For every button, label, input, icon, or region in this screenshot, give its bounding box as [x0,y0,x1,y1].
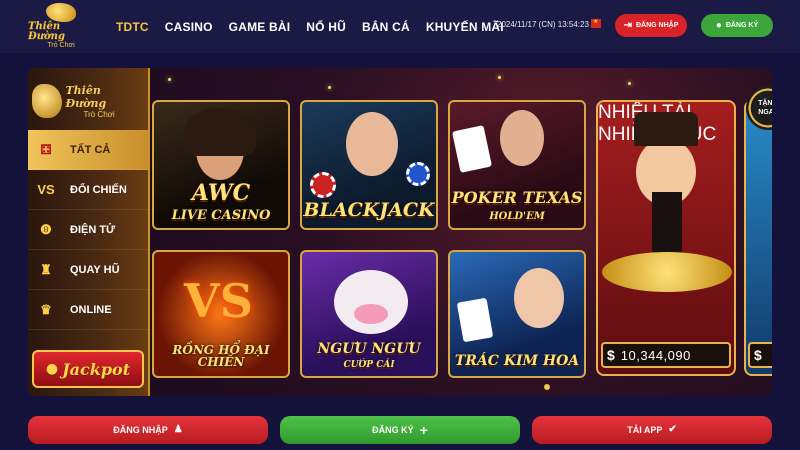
header-login-label: ĐĂNG NHẬP [636,22,679,29]
dealer-hair [184,108,256,156]
download-app-button[interactable]: TẢI APP ✔ [532,416,772,444]
bull-snout [354,304,388,324]
sidebar-item-label: ĐIỆN TỬ [70,223,116,236]
featured-game-nhieu-tai[interactable]: NHIỀU TÀI NHIỀU PHÚC $ 10,344,090 [596,100,736,376]
game-card-trac-kim-hoa[interactable]: TRÁC KIM HOA [448,250,586,378]
game-title: POKER TEXAS [451,188,583,207]
game-title: NGƯU NGƯU [317,341,421,357]
game-title: BLACKJACK [303,199,435,221]
sidebar-logo: Thiên Đường Trò Chơi [32,76,144,126]
game-lobby-banner: Thiên Đường Trò Chơi ⚃ TẤT CẢ VS ĐỐI CHI… [28,68,772,396]
sidebar-logo-subtitle: Trò Chơi [83,109,115,119]
main-nav: TDTC CASINO GAME BÀI NỔ HŨ BẮN CÁ KHUYẾN… [116,0,520,53]
money-bag-icon: ● [45,361,59,377]
header-login-button[interactable]: ⇥ ĐĂNG NHẬP [615,14,687,37]
playing-card-icon [451,125,493,173]
jackpot-amount-bar: $ 10,344,090 [601,342,731,368]
nav-game-bai[interactable]: GAME BÀI [229,20,291,34]
nav-khuyen-mai[interactable]: KHUYẾN MÃI [426,20,504,34]
sparkle-decoration [168,78,171,81]
sidebar-item-online[interactable]: ♛ ONLINE [28,290,148,330]
bottom-login-button[interactable]: ĐĂNG NHẬP ♟ [28,416,268,444]
slot-icon: ❽ [40,221,52,237]
game-card-poker-texas[interactable]: POKER TEXAS HOLD'EM [448,100,586,230]
game-card-awc[interactable]: AWC LIVE CASINO [152,100,290,230]
dealer-portrait [346,112,398,176]
sidebar-item-dien-tu[interactable]: ❽ ĐIỆN TỬ [28,210,148,250]
chip-icon [310,172,336,198]
sidebar-item-label: ONLINE [70,303,112,316]
user-icon: ♟ [173,424,183,435]
gift-line1: TẶNG [758,100,772,107]
nav-tdtc[interactable]: TDTC [116,20,149,34]
nav-ban-ca[interactable]: BẮN CÁ [362,20,410,34]
currency-symbol: $ [748,342,772,368]
bottom-register-label: ĐĂNG KÝ [372,425,414,435]
horse-logo-icon [46,3,76,22]
plus-icon: + [419,422,428,438]
bottom-login-label: ĐĂNG NHẬP [113,425,168,435]
jackpot-button[interactable]: ● Jackpot [32,350,144,388]
trophy-icon: ♛ [40,301,52,317]
logo-subtitle: Trò Chơi [47,42,75,49]
datetime-display: 2024/11/17 (CN) 13:54:23 [497,20,589,29]
gift-line2: NGAY [758,109,772,116]
site-logo[interactable]: Thiên Đường Trò Chơi [28,3,94,50]
sidebar-item-tat-ca[interactable]: ⚃ TẤT CẢ [28,130,148,170]
category-sidebar: Thiên Đường Trò Chơi ⚃ TẤT CẢ VS ĐỐI CHI… [28,68,150,396]
game-title: TRÁC KIM HOA [454,353,580,369]
nav-casino[interactable]: CASINO [165,20,213,34]
game-subtitle: CƯỚP CÁI [343,360,395,370]
header-register-button[interactable]: ● ĐĂNG KÝ [701,14,773,37]
sparkle-decoration [328,86,331,89]
game-card-rong-ho[interactable]: VS RỒNG HỔ ĐẠI CHIẾN [152,250,290,378]
gold-ingots-decoration [602,252,732,292]
sparkle-decoration [628,82,631,85]
download-app-label: TẢI APP [627,425,663,435]
jackpot-label: Jackpot [62,359,131,379]
game-subtitle: LIVE CASINO [171,208,271,223]
playing-card-icon [456,297,494,343]
game-card-blackjack[interactable]: BLACKJACK [300,100,438,230]
game-subtitle: HOLD'EM [489,211,545,222]
category-menu: ⚃ TẤT CẢ VS ĐỐI CHIẾN ❽ ĐIỆN TỬ ♜ QUAY H… [28,130,148,330]
game-title: RỒNG HỔ ĐẠI CHIẾN [172,343,270,369]
dealer-portrait [514,268,564,328]
bull-mascot [334,270,408,334]
sparkle-decoration [498,76,501,79]
featured-game-next[interactable]: A $ [744,100,772,376]
versus-icon: VS [184,274,253,328]
hat-decoration [634,112,698,146]
horse-logo-icon [32,84,62,118]
login-icon: ⇥ [623,19,632,31]
sidebar-item-doi-chien[interactable]: VS ĐỐI CHIẾN [28,170,148,210]
user-icon: ● [715,19,722,31]
sidebar-item-quay-hu[interactable]: ♜ QUAY HŨ [28,250,148,290]
logo-title: Thiên Đường [28,21,65,42]
dice-icon: ⚃ [40,141,52,157]
chip-icon [406,162,430,186]
carousel-indicator[interactable] [544,384,550,390]
nav-no-hu[interactable]: NỔ HŨ [306,20,346,34]
versus-icon: VS [37,182,55,197]
sidebar-item-label: ĐỐI CHIẾN [70,183,127,196]
sidebar-item-label: TẤT CẢ [70,143,111,156]
game-title: AWC [191,180,251,206]
dealer-portrait [500,110,544,166]
header-register-label: ĐĂNG KÝ [725,22,759,29]
currency-symbol: $ [607,347,615,363]
vietnam-flag-icon[interactable] [591,18,601,28]
sidebar-logo-title: Thiên Đường [65,83,107,110]
sidebar-item-label: QUAY HŨ [70,263,120,276]
joystick-icon: ♜ [40,261,52,277]
check-icon: ✔ [668,424,677,435]
jackpot-amount: 10,344,090 [620,347,691,363]
game-card-nguu-nguu[interactable]: NGƯU NGƯU CƯỚP CÁI [300,250,438,378]
top-header: Thiên Đường Trò Chơi TDTC CASINO GAME BÀ… [0,0,800,53]
bottom-register-button[interactable]: ĐĂNG KÝ + [280,416,520,444]
